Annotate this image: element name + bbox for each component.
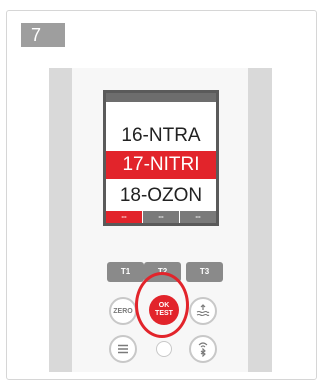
bluetooth-button[interactable]	[189, 335, 217, 363]
highlight-ring	[135, 272, 189, 338]
zero-button[interactable]: ZERO	[109, 297, 137, 325]
t3-button[interactable]: T3	[186, 262, 223, 282]
device-display: 16-NTRA 17-NITRI 18-OZON -- -- --	[103, 90, 219, 226]
display-header-bar	[106, 93, 216, 102]
step-number-badge: 7	[21, 23, 65, 47]
water-wave-icon	[196, 304, 210, 318]
slot-indicator: --	[179, 211, 216, 223]
slot-indicator: --	[142, 211, 179, 223]
slot-indicator-active: --	[106, 211, 142, 223]
menu-icon	[117, 344, 129, 354]
bluetooth-icon	[196, 341, 210, 357]
menu-item-selected: 17-NITRI	[106, 151, 216, 179]
light-sensor-icon	[156, 341, 172, 357]
t1-button[interactable]: T1	[107, 262, 144, 282]
slot-bar: -- -- --	[106, 211, 216, 223]
menu-item: 18-OZON	[119, 185, 203, 206]
menu-item: 16-NTRA	[121, 125, 201, 146]
water-wave-button[interactable]	[189, 297, 217, 325]
menu-button[interactable]	[109, 335, 137, 363]
